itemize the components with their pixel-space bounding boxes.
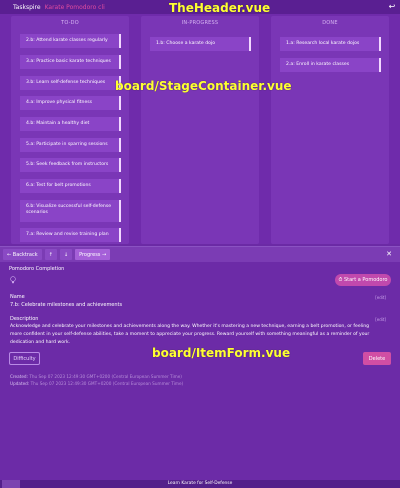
app-header: Taskspire Karate Pomodoro cli ↩	[0, 0, 400, 14]
return-icon[interactable]: ↩	[387, 2, 397, 12]
name-edit-link[interactable]: [edit]	[375, 295, 386, 300]
task-card[interactable]: 5.a: Participate in sparring sessions	[20, 138, 121, 152]
description-label: Description	[10, 316, 39, 322]
item-name: 7.b: Celebrate milestones and achievemen…	[10, 302, 123, 308]
progress-button[interactable]: Progress →	[75, 249, 111, 260]
created-label: Created:	[10, 374, 28, 379]
task-card[interactable]: 4.a: Improve physical fitness	[20, 96, 121, 110]
task-card[interactable]: 6.a: Test for belt promotions	[20, 179, 121, 193]
created-timestamp: Created: Thu Sep 07 2023 12:49:30 GMT+02…	[10, 374, 182, 379]
updated-value: Thu Sep 07 2023 12:49:30 GMT+0200 (Centr…	[30, 381, 184, 386]
column-todo: TO-DO 2.b: Attend karate classes regular…	[11, 16, 129, 244]
task-card[interactable]: 4.b: Maintain a healthy diet	[20, 117, 121, 131]
updated-label: Updated:	[10, 381, 30, 386]
description-edit-link[interactable]: [edit]	[375, 317, 386, 322]
column-title: DONE	[322, 20, 338, 26]
move-down-button[interactable]: ↓	[59, 249, 73, 260]
footer-title: Learn Karate for Self-Defense	[167, 481, 233, 486]
close-icon[interactable]: ✕	[384, 249, 394, 259]
delete-button[interactable]: Delete	[363, 352, 391, 365]
lightbulb-icon	[10, 276, 16, 284]
task-card[interactable]: 3.b: Learn self-defense techniques	[20, 76, 121, 90]
item-description: Acknowledge and celebrate your milestone…	[10, 324, 370, 345]
move-up-button[interactable]: ↑	[44, 249, 57, 260]
task-card[interactable]: 2.a: Enroll in karate classes	[280, 58, 381, 72]
app-name[interactable]: Taskspire	[13, 4, 41, 11]
column-title: TO-DO	[61, 20, 79, 26]
footer-bar: Learn Karate for Self-Defense	[0, 480, 400, 488]
column-title: IN-PROGRESS	[181, 20, 219, 26]
task-card[interactable]: 1.a: Research local karate dojos	[280, 37, 381, 51]
name-label: Name	[10, 294, 25, 300]
project-name[interactable]: Karate Pomodoro cli	[45, 4, 105, 11]
task-card[interactable]: 6.b: Visualize successful self-defense s…	[20, 200, 121, 222]
footer-tab[interactable]	[2, 480, 20, 488]
task-card[interactable]: 7.a: Review and revise training plan	[20, 228, 121, 242]
column-in-progress: IN-PROGRESS 1.b: Choose a karate dojo	[141, 16, 259, 244]
item-form: ← Backtrack ↑ ↓ Progress → ✕ Pomodoro Co…	[0, 246, 400, 480]
task-card[interactable]: 1.b: Choose a karate dojo	[150, 37, 251, 51]
task-card[interactable]: 5.b: Seek feedback from instructors	[20, 158, 121, 172]
start-pomodoro-button[interactable]: ⏱ Start a Pomodoro	[335, 274, 391, 286]
task-card[interactable]: 2.b: Attend karate classes regularly	[20, 34, 121, 48]
pomodoro-completion-label: Pomodoro Completion	[9, 266, 65, 272]
column-done: DONE 1.a: Research local karate dojos 2.…	[271, 16, 389, 244]
stage-container: TO-DO 2.b: Attend karate classes regular…	[0, 14, 400, 244]
task-card[interactable]: 3.a: Practice basic karate techniques	[20, 55, 121, 69]
item-toolbar: ← Backtrack ↑ ↓ Progress → ✕	[0, 247, 400, 262]
backtrack-button[interactable]: ← Backtrack	[3, 249, 42, 260]
updated-timestamp: Updated: Thu Sep 07 2023 12:49:30 GMT+02…	[10, 381, 183, 386]
created-value: Thu Sep 07 2023 12:49:30 GMT+0200 (Centr…	[29, 374, 182, 379]
difficulty-button[interactable]: Difficulty	[9, 352, 40, 365]
